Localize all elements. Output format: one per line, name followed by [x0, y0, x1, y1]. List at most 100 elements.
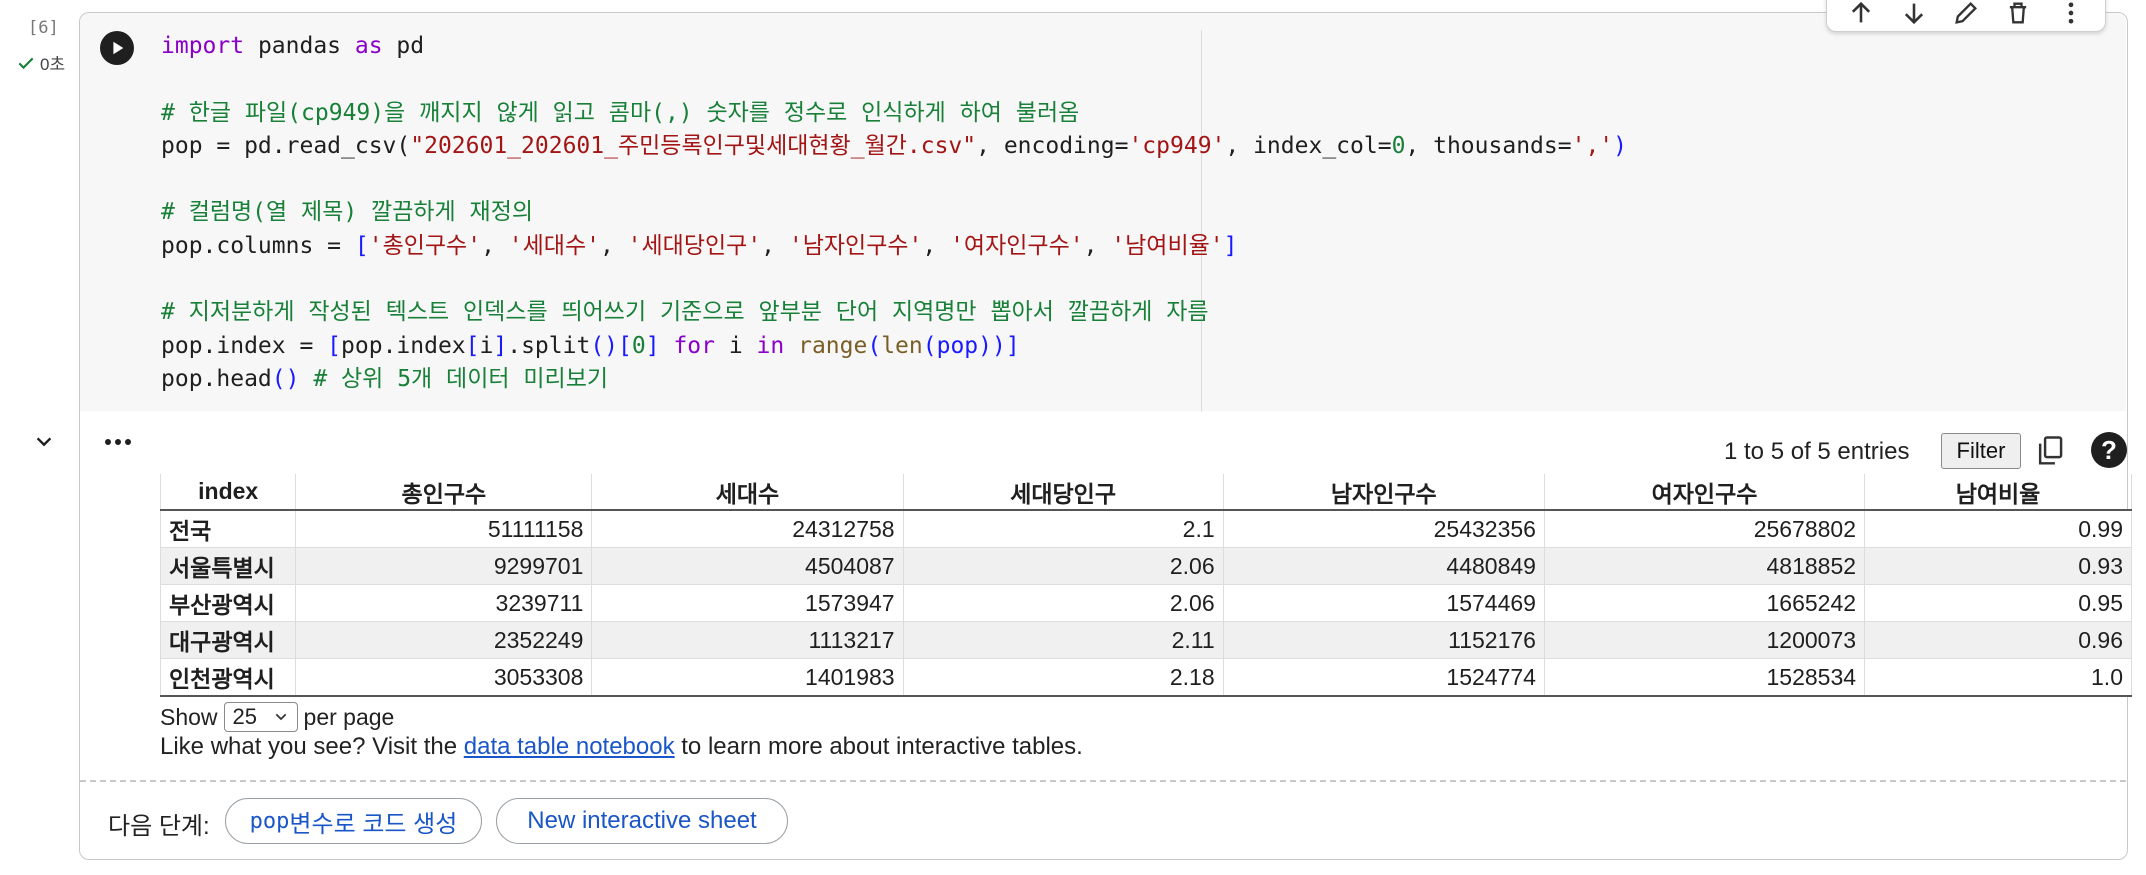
code-token: 0	[631, 332, 646, 359]
table-row: 전국 51111158 24312758 2.1 25432356 25678802 0.9…	[159, 510, 2132, 548]
table-cell: 1152176	[1222, 621, 1545, 659]
code-line: # 한글 파일(cp949)을 깨지지 않게 읽고 콤마(,) 숫자를 정수로 …	[161, 97, 1627, 130]
output-actions-button[interactable]	[100, 430, 136, 454]
code-token: [	[327, 332, 342, 359]
table-cell: 9299701	[295, 547, 592, 585]
code-token: len	[881, 332, 923, 359]
code-token: ()[	[590, 332, 632, 359]
execution-status: 0초	[16, 50, 65, 75]
code-token: pop.columns =	[161, 232, 355, 259]
code-token: ]	[493, 332, 508, 359]
trash-icon	[2010, 2, 2027, 23]
table-cell: 51111158	[295, 510, 592, 548]
column-header[interactable]: 남여비율	[1864, 474, 2132, 511]
code-token: range	[798, 332, 868, 359]
code-token: .split	[507, 332, 591, 359]
table-header-row: index 총인구수 세대수 세대당인구 남자인구수 여자인구수 남여비율	[159, 474, 2132, 511]
table-cell: 0.93	[1864, 547, 2132, 585]
code-token: ,	[481, 232, 509, 259]
table-cell: 25678802	[1543, 510, 1865, 548]
row-index-cell: 부산광역시	[159, 584, 296, 622]
table-cell: 4504087	[591, 547, 904, 585]
cell-toolbar	[1826, 0, 2106, 32]
code-token: '남자인구수'	[788, 232, 923, 259]
code-line: import pandas as pd	[161, 30, 1627, 63]
row-index-cell: 전국	[159, 510, 296, 548]
code-token: 'cp949'	[1128, 132, 1226, 159]
new-interactive-sheet-chip[interactable]: New interactive sheet	[496, 798, 788, 844]
table-row: 인천광역시 3053308 1401983 2.18 1524774 1528534 1.0	[159, 658, 2132, 697]
per-page-label: per page	[303, 703, 395, 730]
table-cell: 25432356	[1222, 510, 1545, 548]
code-token: 0	[1391, 132, 1406, 159]
code-token: ,	[761, 232, 789, 259]
arrow-up-icon	[1852, 1, 1871, 22]
copy-button[interactable]	[2032, 432, 2068, 470]
next-steps-label: 다음 단계:	[108, 813, 210, 840]
column-header[interactable]: 세대당인구	[902, 474, 1224, 511]
show-label: Show	[160, 703, 218, 730]
code-token: )	[1613, 132, 1627, 159]
code-token: "202601_202601_주민등록인구및세대현황_월간.csv"	[410, 132, 977, 159]
code-token: i	[714, 332, 757, 359]
code-text[interactable]: import pandas as pd # 한글 파일(cp949)을 깨지지 …	[161, 30, 1627, 396]
column-header[interactable]: 세대수	[591, 474, 904, 511]
move-down-button[interactable]	[1897, 0, 1931, 30]
code-token: ,	[1083, 232, 1112, 259]
table-row: 서울특별시 9299701 4504087 2.06 4480849 4818852 0.9…	[159, 547, 2132, 585]
table-cell: 2.11	[902, 621, 1224, 659]
code-token: pop = pd.read_csv(	[161, 132, 411, 159]
table-cell: 2.06	[902, 584, 1224, 622]
code-token: ,	[599, 232, 628, 259]
row-index-cell: 서울특별시	[159, 547, 296, 585]
column-header[interactable]: 여자인구수	[1543, 474, 1865, 511]
more-options-button[interactable]	[2054, 0, 2088, 30]
generate-code-chip[interactable]: pop 변수로 코드 생성	[225, 798, 482, 844]
code-token: , encoding=	[976, 132, 1129, 159]
code-line: pop.head() # 상위 5개 데이터 미리보기	[161, 363, 1627, 396]
row-index-cell: 대구광역시	[159, 621, 296, 659]
code-token: # 한글 파일(cp949)을 깨지지 않게 읽고 콤마(,) 숫자를 정수로 …	[161, 99, 1080, 126]
table-cell: 1574469	[1222, 584, 1545, 622]
code-token: (	[867, 332, 882, 359]
collapse-output-button[interactable]	[30, 428, 58, 456]
page-size-select[interactable]: 25	[223, 702, 298, 732]
more-horiz-icon	[105, 439, 131, 445]
table-cell: 2.18	[902, 658, 1224, 697]
data-table-notebook-link[interactable]: data table notebook	[464, 733, 675, 760]
code-line: pop.index = [pop.index[i].split()[0] for…	[161, 330, 1627, 363]
table-cell: 24312758	[591, 510, 904, 548]
table-cell: 0.95	[1864, 584, 2132, 622]
code-token: '세대당인구'	[627, 232, 762, 259]
column-header[interactable]: index	[159, 474, 296, 511]
chevron-down-icon	[36, 437, 52, 447]
move-up-button[interactable]	[1844, 0, 1878, 30]
table-cell: 1113217	[591, 621, 904, 659]
column-header[interactable]: 총인구수	[295, 474, 592, 511]
run-cell-button[interactable]	[100, 31, 134, 65]
code-token: # 컬럼명(열 제목) 깔끔하게 재정의	[161, 199, 534, 226]
output-divider	[80, 780, 2126, 782]
delete-button[interactable]	[2001, 0, 2035, 30]
code-token: # 지저분하게 작성된 텍스트 인덱스를 띄어쓰기 기준으로 앞부분 단어 지역…	[161, 299, 1209, 326]
table-cell: 0.99	[1864, 510, 2132, 548]
code-token: (pop))]	[922, 332, 1020, 359]
filter-button[interactable]: Filter	[1941, 433, 2021, 469]
code-token: pop.index	[341, 332, 466, 359]
promo-text: Like what you see? Visit the data table …	[160, 733, 1083, 761]
code-token: ,	[922, 232, 951, 259]
table-cell: 4818852	[1543, 547, 1865, 585]
code-token: '여자인구수'	[950, 232, 1084, 259]
more-vert-icon	[2068, 2, 2074, 23]
table-cell: 2.1	[902, 510, 1224, 548]
edit-button[interactable]	[1949, 0, 1983, 30]
chip-variable-name: pop	[249, 808, 290, 834]
help-button[interactable]: ?	[2091, 432, 2127, 468]
execution-time: 0초	[40, 55, 66, 74]
code-line: pop.columns = ['총인구수', '세대수', '세대당인구', '…	[161, 230, 1627, 263]
table-cell: 3053308	[295, 658, 592, 697]
column-header[interactable]: 남자인구수	[1222, 474, 1545, 511]
